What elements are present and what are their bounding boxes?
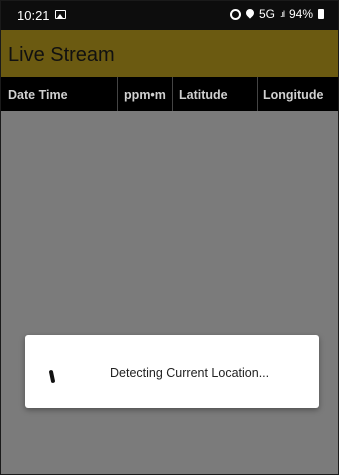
phone-screen: 10:21 5G .ıl 94% Live Stream Date Time p… <box>0 0 339 475</box>
loading-spinner-icon <box>48 369 56 384</box>
app-bar: Live Stream <box>1 30 338 77</box>
signal-icon: .ıl <box>279 9 285 19</box>
image-notification-icon <box>55 10 66 19</box>
data-list-area <box>1 111 338 474</box>
column-header-date-time[interactable]: Date Time <box>1 77 117 111</box>
progress-dialog: Detecting Current Location... <box>25 335 319 408</box>
column-header-latitude[interactable]: Latitude <box>172 77 257 111</box>
network-type: 5G <box>258 7 275 21</box>
location-icon <box>246 9 254 20</box>
column-header-ppm-m[interactable]: ppm•m <box>117 77 172 111</box>
status-icons: 5G .ıl 94% <box>229 7 324 21</box>
page-title: Live Stream <box>8 44 115 66</box>
dialog-message: Detecting Current Location... <box>110 366 270 380</box>
column-header-longitude[interactable]: Longitude <box>257 77 338 111</box>
alarm-icon <box>229 8 241 20</box>
table-header: Date Time ppm•m Latitude Longitude <box>1 77 338 111</box>
status-bar: 10:21 5G .ıl 94% <box>1 1 338 30</box>
battery-percent: 94% <box>288 7 313 21</box>
battery-icon <box>318 9 324 19</box>
status-time: 10:21 <box>17 8 50 23</box>
